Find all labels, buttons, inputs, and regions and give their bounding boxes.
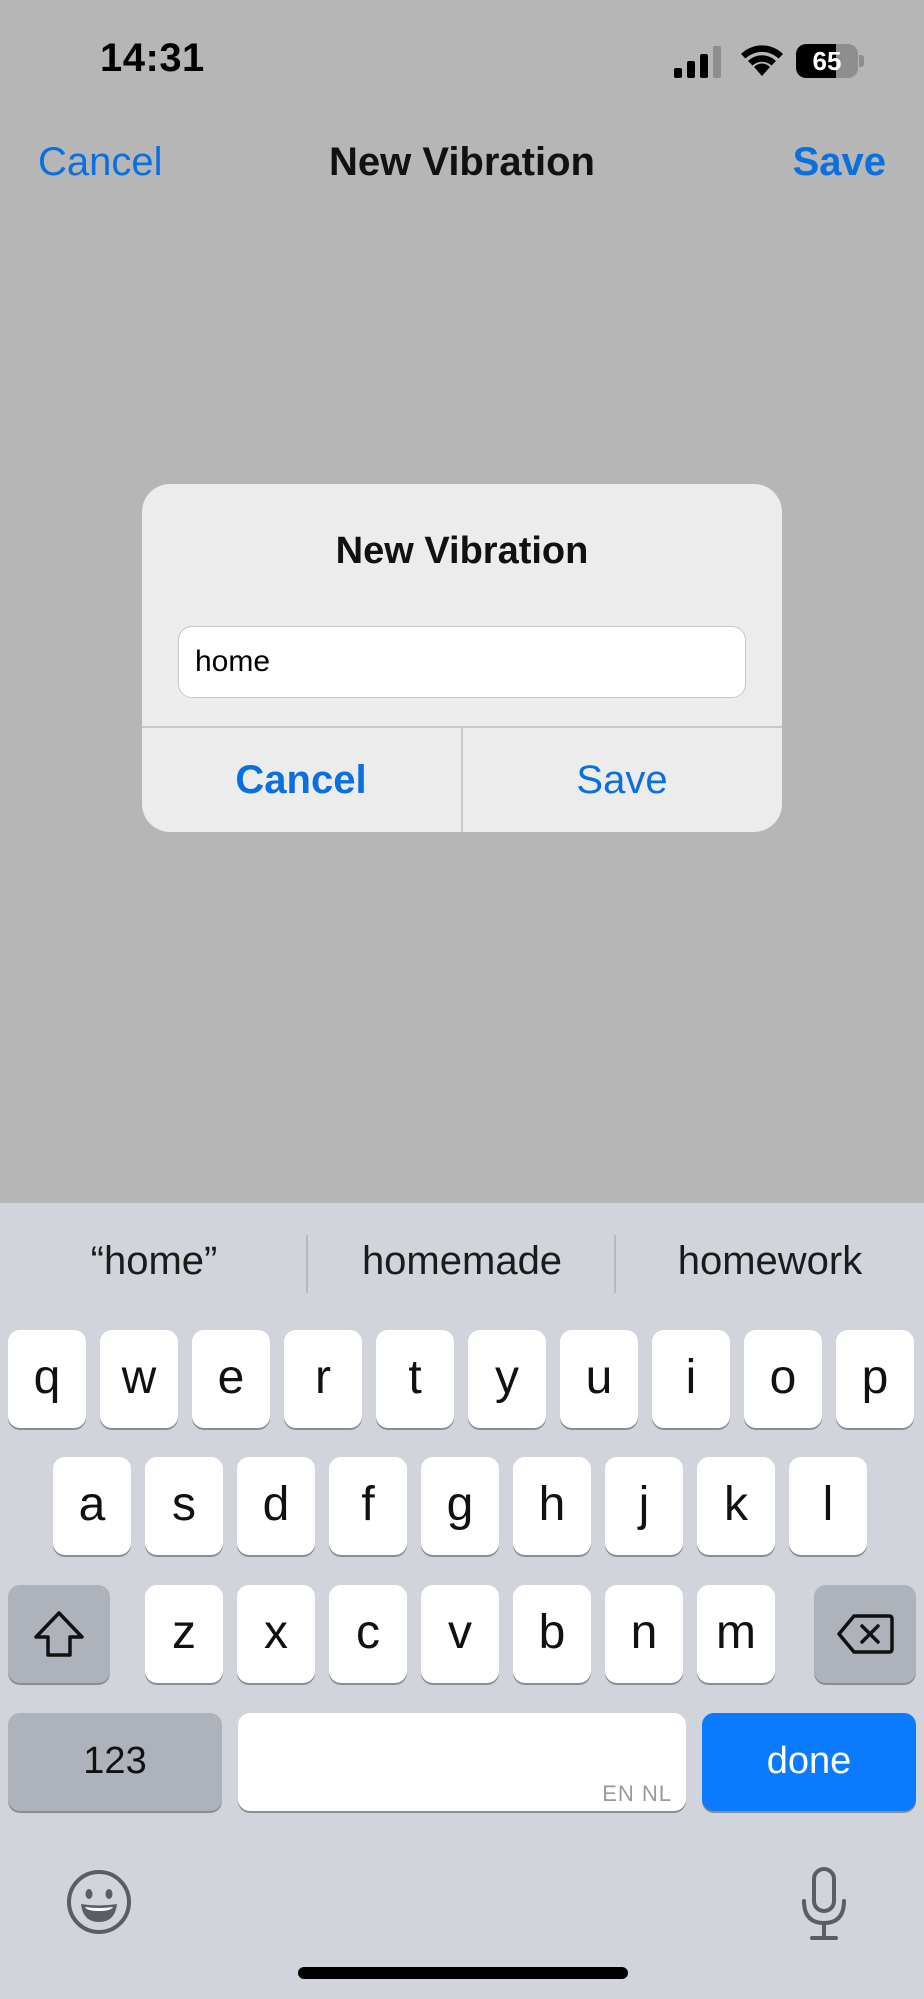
key-x[interactable]: x [237,1585,315,1683]
signal-icon [674,46,721,78]
key-f[interactable]: f [329,1457,407,1555]
suggestion-item[interactable]: homemade [312,1239,612,1284]
key-v[interactable]: v [421,1585,499,1683]
key-h[interactable]: h [513,1457,591,1555]
numbers-key[interactable]: 123 [8,1713,222,1811]
key-a[interactable]: a [53,1457,131,1555]
wifi-icon [741,45,783,76]
key-w[interactable]: w [100,1330,178,1428]
key-p[interactable]: p [836,1330,914,1428]
key-b[interactable]: b [513,1585,591,1683]
new-vibration-dialog: New Vibration Cancel Save [142,484,782,832]
emoji-icon[interactable] [66,1869,132,1935]
delete-key[interactable] [814,1585,916,1683]
suggestion-item[interactable]: “home” [4,1239,304,1284]
key-u[interactable]: u [560,1330,638,1428]
dialog-save-button[interactable]: Save [463,728,781,832]
shift-key[interactable] [8,1585,110,1683]
home-indicator [298,1967,628,1979]
suggestion-bar: “home” homemade homework [0,1203,924,1323]
key-k[interactable]: k [697,1457,775,1555]
key-e[interactable]: e [192,1330,270,1428]
keyboard: “home” homemade homework q w e r t y u i… [0,1203,924,1999]
delete-icon [837,1614,894,1654]
key-r[interactable]: r [284,1330,362,1428]
suggestion-divider [614,1235,616,1293]
nav-cancel-button[interactable]: Cancel [38,140,163,185]
key-s[interactable]: s [145,1457,223,1555]
shift-icon [34,1611,84,1657]
status-time: 14:31 [100,36,205,80]
key-i[interactable]: i [652,1330,730,1428]
key-q[interactable]: q [8,1330,86,1428]
key-z[interactable]: z [145,1585,223,1683]
vibration-name-input[interactable] [178,626,746,698]
key-g[interactable]: g [421,1457,499,1555]
space-key[interactable]: EN NL [238,1713,686,1811]
key-t[interactable]: t [376,1330,454,1428]
done-key[interactable]: done [702,1713,916,1811]
key-c[interactable]: c [329,1585,407,1683]
battery-level: 65 [812,46,842,76]
dialog-title: New Vibration [335,530,589,572]
key-j[interactable]: j [605,1457,683,1555]
status-bar: 14:31 65 [0,0,924,120]
key-n[interactable]: n [605,1585,683,1683]
suggestion-item[interactable]: homework [620,1239,920,1284]
nav-bar: Cancel New Vibration Save [0,120,924,210]
microphone-icon[interactable] [798,1867,850,1941]
key-m[interactable]: m [697,1585,775,1683]
nav-save-button[interactable]: Save [793,140,886,185]
key-o[interactable]: o [744,1330,822,1428]
suggestion-divider [306,1235,308,1293]
key-l[interactable]: l [789,1457,867,1555]
dialog-cancel-button[interactable]: Cancel [142,728,460,832]
keyboard-languages: EN NL [602,1781,672,1806]
battery-icon: 65 [796,44,864,78]
key-d[interactable]: d [237,1457,315,1555]
key-y[interactable]: y [468,1330,546,1428]
